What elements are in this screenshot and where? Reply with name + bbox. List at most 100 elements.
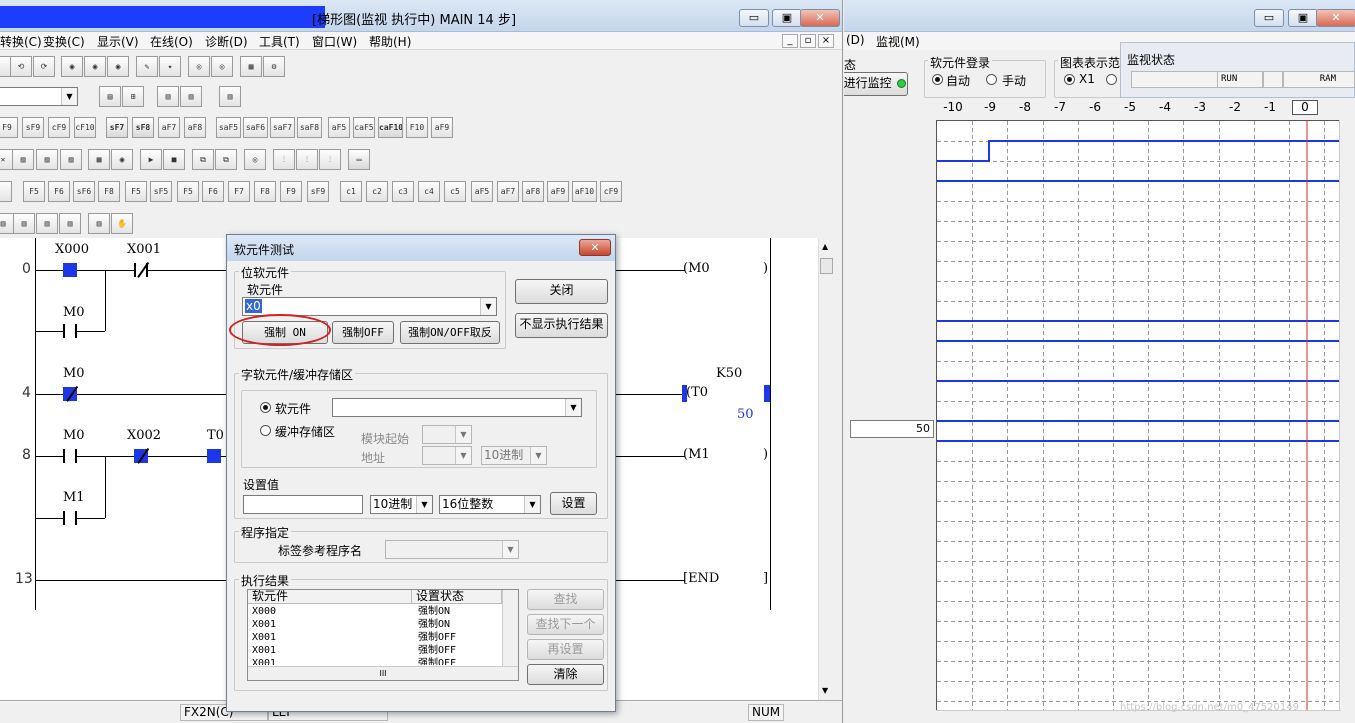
address-combobox[interactable]: ▼ bbox=[422, 446, 472, 465]
tb5-f6b[interactable]: F6 bbox=[202, 181, 224, 202]
tb5-af5[interactable]: aF5 bbox=[471, 181, 493, 202]
contact-m0[interactable] bbox=[63, 449, 77, 463]
contact-t0[interactable] bbox=[207, 449, 221, 463]
tb-cf9[interactable]: cF9 bbox=[48, 117, 70, 138]
scroll-down-icon[interactable]: ▼ bbox=[822, 686, 828, 695]
stop-monitor-icon[interactable]: ■ bbox=[163, 149, 185, 170]
tb5-sf9[interactable]: sF9 bbox=[307, 181, 329, 202]
word-device-combobox[interactable]: ▼ bbox=[332, 398, 582, 417]
set-button[interactable]: 设置 bbox=[550, 492, 597, 515]
column-header-device[interactable]: 软元件 bbox=[248, 590, 412, 604]
minimize-icon[interactable]: ▭ bbox=[739, 9, 769, 27]
close-button[interactable]: 关闭 bbox=[515, 279, 608, 304]
tb5-f8[interactable]: F8 bbox=[98, 181, 120, 202]
tb5-c3[interactable]: c3 bbox=[392, 181, 414, 202]
tb5-c5[interactable]: c5 bbox=[444, 181, 466, 202]
label-reference-combobox[interactable]: ▼ bbox=[385, 540, 519, 559]
window-icon-2[interactable]: ⧉ bbox=[215, 149, 237, 170]
clear-button[interactable]: 清除 bbox=[527, 664, 604, 685]
mdi-minimize-icon[interactable]: _ bbox=[782, 34, 798, 48]
tb5-c1[interactable]: c1 bbox=[340, 181, 362, 202]
contact-m0-nc[interactable] bbox=[63, 387, 77, 401]
tb-af9[interactable]: aF9 bbox=[431, 117, 453, 138]
remote-icon[interactable]: ▥ bbox=[59, 213, 81, 234]
zoom-icon[interactable]: ◎ bbox=[188, 56, 210, 77]
comment-icon[interactable]: ▥ bbox=[157, 86, 179, 107]
results-vertical-scrollbar[interactable] bbox=[502, 590, 518, 666]
mdi-restore-icon[interactable]: ▫ bbox=[800, 34, 816, 48]
menu-online[interactable]: 在线(O) bbox=[150, 33, 193, 50]
hand-icon[interactable]: ✋ bbox=[111, 213, 133, 234]
column-icon-1[interactable]: ⫶ bbox=[273, 149, 295, 170]
menu-convert[interactable]: 转换(C) bbox=[0, 33, 42, 50]
results-horizontal-scrollbar[interactable]: III bbox=[248, 666, 518, 680]
table-row[interactable]: X001 强制OFF bbox=[248, 644, 502, 657]
contact-x000[interactable] bbox=[63, 263, 77, 277]
range-x1-radio[interactable] bbox=[1064, 74, 1075, 85]
range-x2-radio[interactable] bbox=[1106, 74, 1117, 85]
menu-window[interactable]: 窗口(W) bbox=[312, 33, 357, 50]
write-icon[interactable]: ✎ bbox=[136, 56, 158, 77]
entry-monitor-icon[interactable]: ◉ bbox=[111, 149, 133, 170]
table-row[interactable]: X001 强制OFF bbox=[248, 631, 502, 644]
buffer-memory-radio[interactable] bbox=[260, 425, 271, 436]
menu-help[interactable]: 帮助(H) bbox=[369, 33, 411, 50]
tb-af8[interactable]: aF8 bbox=[184, 117, 206, 138]
contact-x002[interactable] bbox=[134, 449, 148, 463]
auto-radio[interactable] bbox=[932, 74, 943, 85]
menu-view[interactable]: 显示(V) bbox=[97, 33, 139, 50]
tb5-f7[interactable]: F7 bbox=[228, 181, 250, 202]
tb5-c2[interactable]: c2 bbox=[366, 181, 388, 202]
menu-monitor[interactable]: 监视(M) bbox=[876, 33, 920, 50]
tb5-af7[interactable]: aF7 bbox=[497, 181, 519, 202]
dialog-close-icon[interactable]: ✕ bbox=[579, 239, 611, 256]
table-row[interactable]: X001 强制ON bbox=[248, 618, 502, 631]
column-icon-2[interactable]: ⫶ bbox=[296, 149, 318, 170]
timing-chart[interactable] bbox=[936, 120, 1342, 711]
minimize-icon[interactable]: ▭ bbox=[1254, 9, 1284, 27]
ladder-view-icon[interactable]: ▤ bbox=[99, 86, 121, 107]
zoom-monitor-icon[interactable]: ◎ bbox=[244, 149, 266, 170]
ladder-vertical-scrollbar[interactable] bbox=[818, 238, 835, 700]
monitor-icon[interactable]: ✦ bbox=[159, 56, 181, 77]
tb-f9[interactable]: F9 bbox=[0, 117, 18, 138]
find-icon[interactable]: ◉ bbox=[61, 56, 83, 77]
settings-icon[interactable]: ⚙ bbox=[263, 56, 285, 77]
scroll-up-icon[interactable]: ▲ bbox=[822, 242, 828, 251]
run-monitor-button[interactable]: 进行监控 bbox=[844, 72, 908, 96]
close-icon[interactable]: ✕ bbox=[1316, 9, 1355, 27]
tb5-af8[interactable]: aF8 bbox=[522, 181, 544, 202]
note-icon[interactable]: ▥ bbox=[219, 86, 241, 107]
contact-x001[interactable] bbox=[134, 263, 148, 277]
display-icon[interactable]: ▭ bbox=[348, 149, 370, 170]
tb5-cf9[interactable]: cF9 bbox=[600, 181, 622, 202]
read-icon[interactable]: ▥ bbox=[0, 213, 14, 234]
undo-icon[interactable]: ⟲ bbox=[10, 56, 32, 77]
tb-left-edge[interactable] bbox=[0, 181, 12, 202]
start-monitor-icon[interactable]: ▶ bbox=[140, 149, 162, 170]
find-button[interactable]: 查找 bbox=[527, 589, 604, 610]
tb5-af9[interactable]: aF9 bbox=[547, 181, 569, 202]
tb-sf7[interactable]: sF7 bbox=[106, 117, 128, 138]
tb5-af10[interactable]: aF10 bbox=[572, 181, 597, 202]
statement-icon[interactable]: ▥ bbox=[180, 86, 202, 107]
write-plc-icon[interactable]: ▥ bbox=[13, 213, 35, 234]
contact-m1-self-hold[interactable] bbox=[63, 511, 77, 525]
chart-vertical-scrollbar[interactable] bbox=[1339, 120, 1355, 710]
ladder-tree-icon[interactable]: ⊞ bbox=[122, 86, 144, 107]
print-icon[interactable]: ▥ bbox=[88, 213, 110, 234]
scroll-thumb[interactable] bbox=[820, 258, 833, 274]
tb5-f5b[interactable]: F5 bbox=[125, 181, 147, 202]
column-icon-3[interactable]: ⫶ bbox=[319, 149, 341, 170]
module-start-combobox[interactable]: ▼ bbox=[422, 425, 472, 444]
find-next-button[interactable]: 查找下一个 bbox=[527, 614, 604, 635]
menu-transform[interactable]: 变换(C) bbox=[43, 33, 85, 50]
tb5-f9[interactable]: F9 bbox=[280, 181, 302, 202]
program-select[interactable]: ▼ bbox=[0, 87, 78, 106]
device-monitor-icon[interactable]: ▦ bbox=[88, 149, 110, 170]
tb5-c4[interactable]: c4 bbox=[418, 181, 440, 202]
device-value-box[interactable]: 50 bbox=[850, 420, 934, 438]
device-batch-icon[interactable]: ▦ bbox=[240, 56, 262, 77]
tb5-f8b[interactable]: F8 bbox=[254, 181, 276, 202]
tb5-f6[interactable]: F6 bbox=[48, 181, 70, 202]
